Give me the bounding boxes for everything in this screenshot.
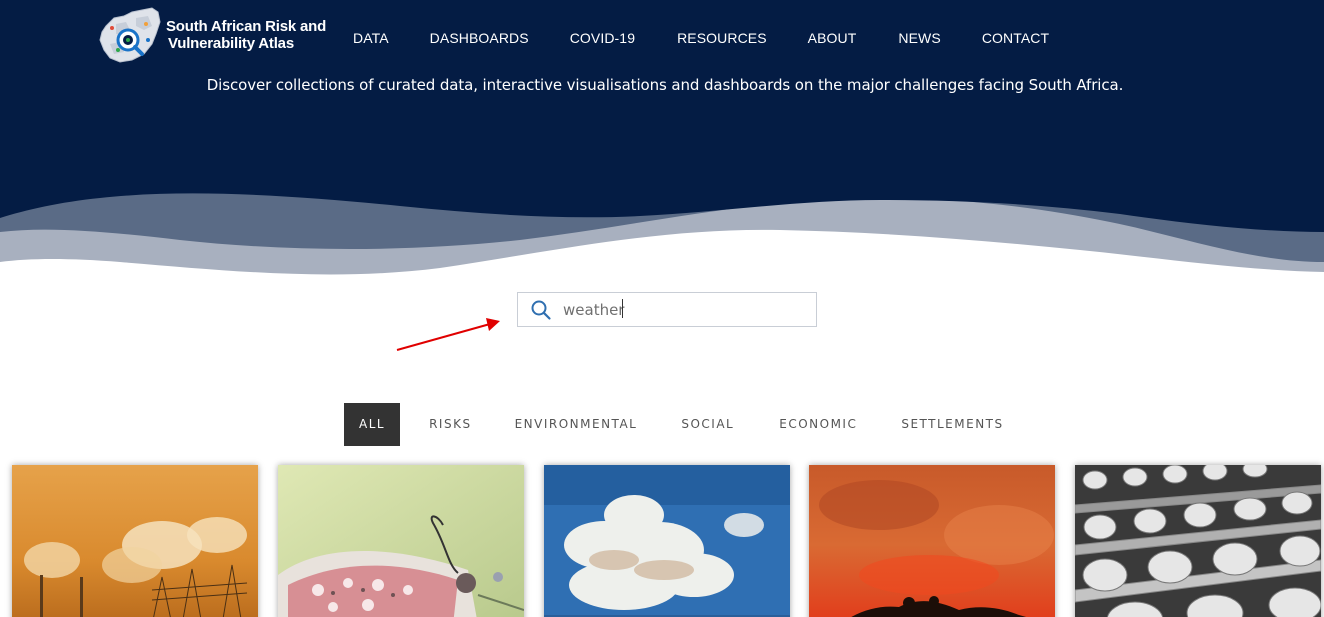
card-image-industrial-smoke: [12, 465, 258, 617]
text-cursor: [622, 299, 623, 318]
nav-resources[interactable]: RESOURCES: [677, 28, 767, 48]
card-clouds[interactable]: [544, 465, 790, 617]
header-tagline: Discover collections of curated data, in…: [206, 76, 1124, 94]
main-navigation: DATA DASHBOARDS COVID-19 RESOURCES ABOUT…: [353, 28, 1049, 48]
logo-line-2: Vulnerability Atlas: [168, 35, 294, 52]
card-image-butterfly: [278, 465, 524, 617]
page: South African Risk and Vulnerability Atl…: [0, 0, 1324, 617]
category-filters: ALL RISKS ENVIRONMENTAL SOCIAL ECONOMIC …: [344, 403, 1018, 446]
filter-environmental[interactable]: ENVIRONMENTAL: [501, 403, 652, 446]
site-logo[interactable]: South African Risk and Vulnerability Atl…: [96, 4, 336, 66]
logo-title: South African Risk and Vulnerability Atl…: [166, 18, 326, 52]
filter-all[interactable]: ALL: [344, 403, 401, 446]
nav-covid-19[interactable]: COVID-19: [570, 28, 635, 48]
card-industrial-smoke[interactable]: [12, 465, 258, 617]
header-banner: South African Risk and Vulnerability Atl…: [0, 0, 1324, 280]
filter-risks[interactable]: RISKS: [415, 403, 485, 446]
nav-dashboards[interactable]: DASHBOARDS: [430, 28, 529, 48]
filter-social[interactable]: SOCIAL: [667, 403, 748, 446]
nav-news[interactable]: NEWS: [898, 28, 940, 48]
card-image-clouds: [544, 465, 790, 617]
filter-settlements[interactable]: SETTLEMENTS: [887, 403, 1017, 446]
filter-economic[interactable]: ECONOMIC: [765, 403, 871, 446]
logo-line-1: South African Risk and: [166, 18, 327, 35]
nav-contact[interactable]: CONTACT: [982, 28, 1049, 48]
card-butterfly[interactable]: [278, 465, 524, 617]
card-image-wildfire: [809, 465, 1055, 617]
card-wildfire[interactable]: [809, 465, 1055, 617]
search-input[interactable]: [563, 294, 803, 325]
card-image-lecture-hall: [1075, 465, 1321, 617]
annotation-arrow-icon: [396, 318, 500, 351]
nav-about[interactable]: ABOUT: [808, 28, 857, 48]
south-africa-map-logo-icon: [96, 4, 164, 66]
nav-data[interactable]: DATA: [353, 28, 389, 48]
search-icon[interactable]: [530, 299, 552, 321]
card-lecture-hall[interactable]: [1075, 465, 1321, 617]
search-box[interactable]: [517, 292, 817, 327]
